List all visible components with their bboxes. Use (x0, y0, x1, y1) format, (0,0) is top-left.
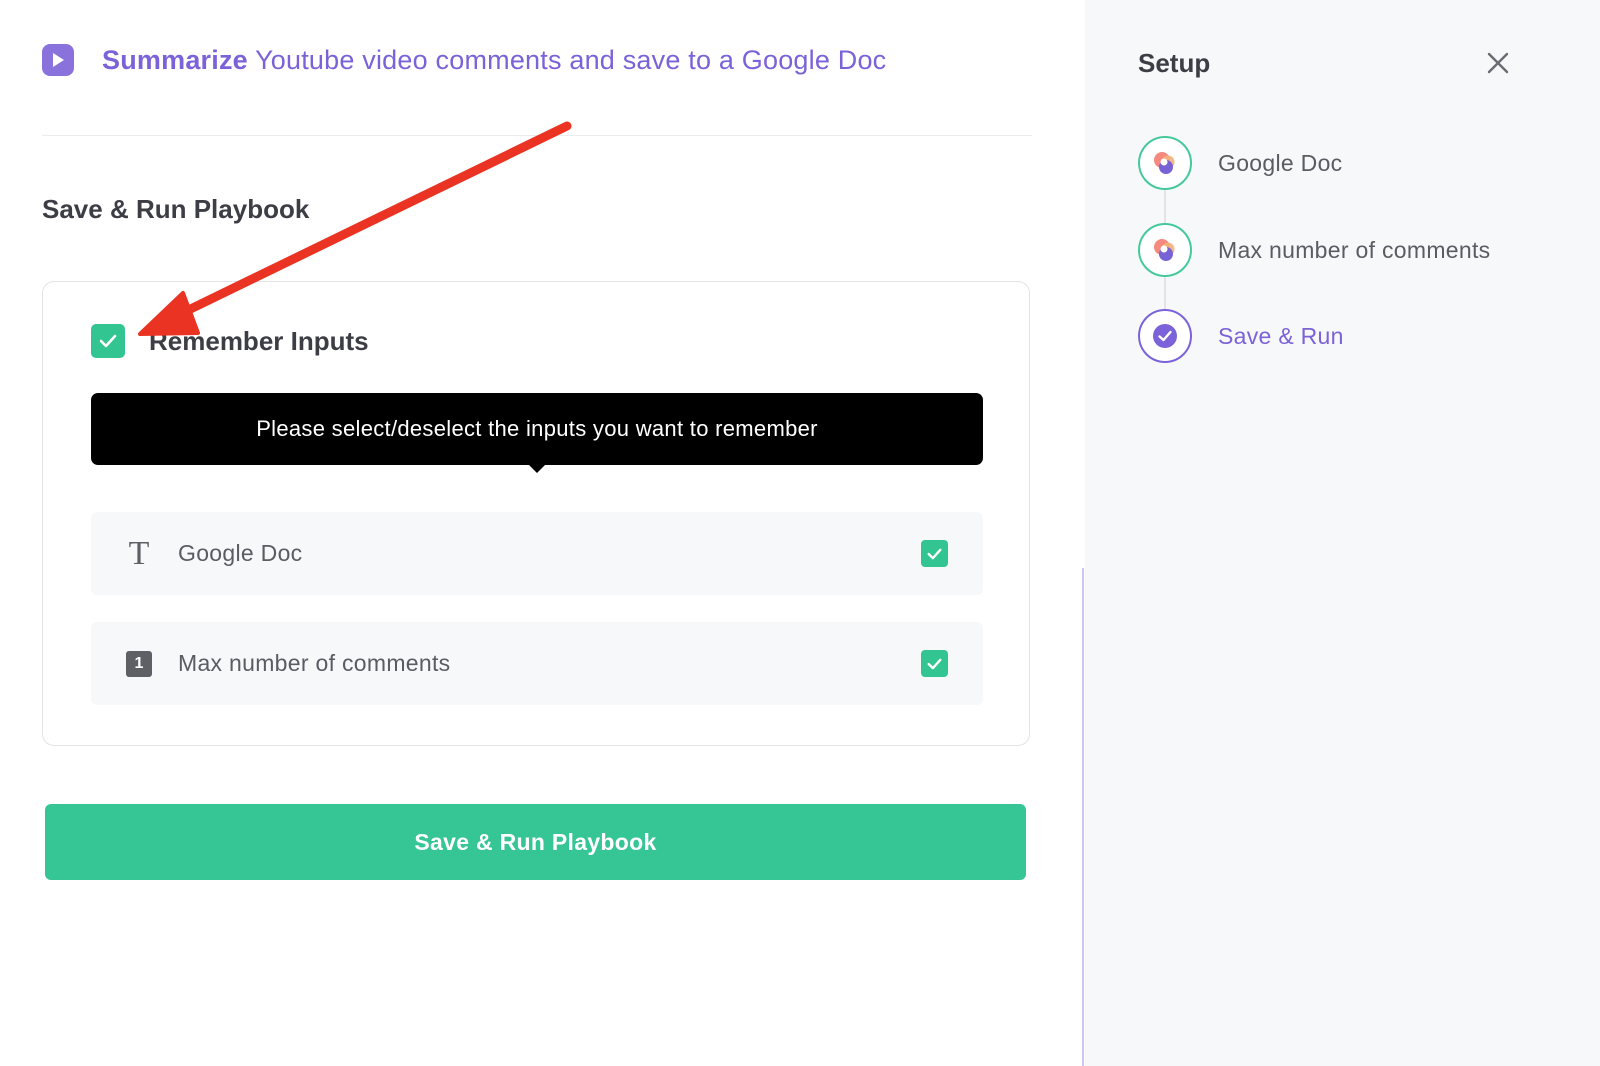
text-type-icon: T (128, 534, 150, 572)
step-label: Save & Run (1218, 322, 1344, 349)
checkmark-icon (927, 548, 942, 559)
step-label: Max number of comments (1218, 236, 1491, 263)
input-row-max-comments[interactable]: 1 Max number of comments (91, 622, 983, 705)
remember-inputs-card: Remember Inputs Please select/deselect t… (42, 281, 1030, 746)
sidebar-divider (1082, 568, 1084, 1066)
setup-step-google-doc[interactable]: Google Doc (1138, 136, 1342, 190)
number-type-glyph: 1 (126, 650, 152, 677)
input-checkbox-max-comments[interactable] (921, 650, 948, 677)
checkmark-icon (99, 334, 117, 348)
remember-inputs-label: Remember Inputs (149, 325, 369, 356)
remember-tooltip: Please select/deselect the inputs you wa… (91, 393, 983, 473)
number-type-icon: 1 (125, 650, 153, 678)
step-label: Google Doc (1218, 149, 1343, 176)
app-root: Summarize Youtube video comments and sav… (0, 0, 1600, 1066)
save-and-run-button[interactable]: Save & Run Playbook (45, 804, 1026, 880)
input-label: Max number of comments (178, 650, 451, 676)
playbook-title-verb: Summarize (102, 44, 248, 75)
input-label: Google Doc (178, 540, 303, 566)
step-connector (1164, 190, 1166, 223)
input-checkbox-google-doc[interactable] (921, 540, 948, 567)
main-panel: Summarize Youtube video comments and sav… (0, 0, 1085, 1066)
playbook-title-description: Youtube video comments and save to a Goo… (247, 44, 887, 75)
remember-inputs-row: Remember Inputs (91, 324, 369, 358)
input-row-google-doc[interactable]: T Google Doc (91, 512, 983, 595)
close-icon[interactable] (1485, 50, 1511, 76)
setup-sidebar: Setup Google Doc Max number of comments … (1085, 0, 1600, 1066)
setup-step-save-run[interactable]: Save & Run (1138, 309, 1344, 363)
integration-logo-icon (1138, 223, 1192, 277)
checkmark-icon (927, 658, 942, 669)
play-icon (42, 44, 74, 76)
playbook-title-row: Summarize Youtube video comments and sav… (42, 44, 886, 76)
setup-step-max-comments[interactable]: Max number of comments (1138, 223, 1490, 277)
sidebar-title: Setup (1138, 48, 1211, 78)
check-circle-icon (1138, 309, 1192, 363)
integration-logo-icon (1138, 136, 1192, 190)
section-heading: Save & Run Playbook (42, 194, 310, 224)
playbook-title: Summarize Youtube video comments and sav… (102, 45, 886, 76)
remember-inputs-checkbox[interactable] (91, 324, 125, 358)
header-divider (42, 135, 1032, 136)
step-connector (1164, 277, 1166, 309)
